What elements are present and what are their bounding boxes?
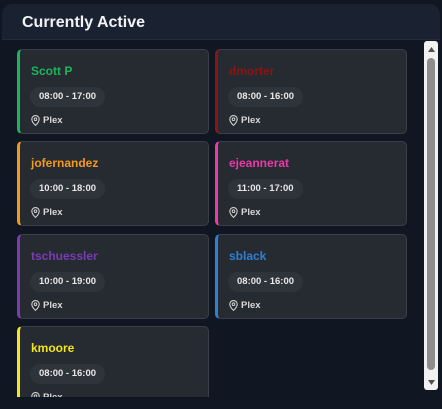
user-card[interactable]: Scott P 08:00 - 17:00 Plex [17, 49, 209, 134]
scroll-up-button[interactable] [424, 42, 438, 56]
map-pin-icon [229, 206, 238, 218]
location-label: Plex [43, 299, 63, 311]
location: Plex [31, 114, 63, 126]
user-card[interactable]: kmoore 08:00 - 16:00 Plex [17, 326, 209, 397]
user-card[interactable]: ejeannerat 11:00 - 17:00 Plex [215, 141, 407, 226]
user-card[interactable]: dmorter 08:00 - 16:00 Plex [215, 49, 407, 134]
currently-active-panel: Currently Active Scott P 08:00 - 17:00 Ple… [0, 0, 442, 409]
user-card[interactable]: jofernandez 10:00 - 18:00 Plex [17, 141, 209, 226]
shift-hours-badge: 10:00 - 18:00 [30, 179, 106, 199]
map-pin-icon [31, 391, 40, 397]
user-name: dmorter [229, 64, 275, 78]
location-label: Plex [43, 114, 63, 126]
user-name: ejeannerat [229, 156, 290, 170]
map-pin-icon [31, 299, 40, 311]
user-name: tschuessler [31, 249, 98, 263]
active-users-list[interactable]: Scott P 08:00 - 17:00 Plex dmorter 08:00 - 1… [2, 41, 422, 397]
shift-hours-badge: 08:00 - 16:00 [228, 87, 304, 107]
location: Plex [31, 206, 63, 218]
user-name: kmoore [31, 341, 75, 355]
map-pin-icon [229, 299, 238, 311]
location-label: Plex [43, 391, 63, 398]
shift-hours-badge: 08:00 - 17:00 [30, 87, 106, 107]
location-label: Plex [241, 299, 261, 311]
user-card[interactable]: tschuessler 10:00 - 19:00 Plex [17, 234, 209, 319]
user-card[interactable]: sblack 08:00 - 16:00 Plex [215, 234, 407, 319]
map-pin-icon [31, 206, 40, 218]
vertical-scrollbar[interactable] [424, 41, 438, 390]
location-label: Plex [43, 206, 63, 218]
location: Plex [229, 114, 261, 126]
panel-title: Currently Active [22, 14, 145, 31]
shift-hours-badge: 10:00 - 19:00 [30, 272, 106, 292]
map-pin-icon [31, 114, 40, 126]
location: Plex [229, 206, 261, 218]
location: Plex [31, 391, 63, 397]
location: Plex [229, 299, 261, 311]
panel-header: Currently Active [2, 4, 440, 40]
shift-hours-badge: 11:00 - 17:00 [228, 179, 303, 199]
shift-hours-badge: 08:00 - 16:00 [228, 272, 304, 292]
user-name: jofernandez [31, 156, 99, 170]
chevron-up-icon [427, 46, 435, 52]
location-label: Plex [241, 206, 261, 218]
user-name: sblack [229, 249, 267, 263]
user-name: Scott P [31, 64, 73, 78]
scroll-thumb[interactable] [427, 58, 435, 370]
location-label: Plex [241, 114, 261, 126]
location: Plex [31, 299, 63, 311]
scroll-down-button[interactable] [424, 375, 438, 389]
chevron-down-icon [427, 379, 435, 385]
shift-hours-badge: 08:00 - 16:00 [30, 364, 106, 384]
map-pin-icon [229, 114, 238, 126]
